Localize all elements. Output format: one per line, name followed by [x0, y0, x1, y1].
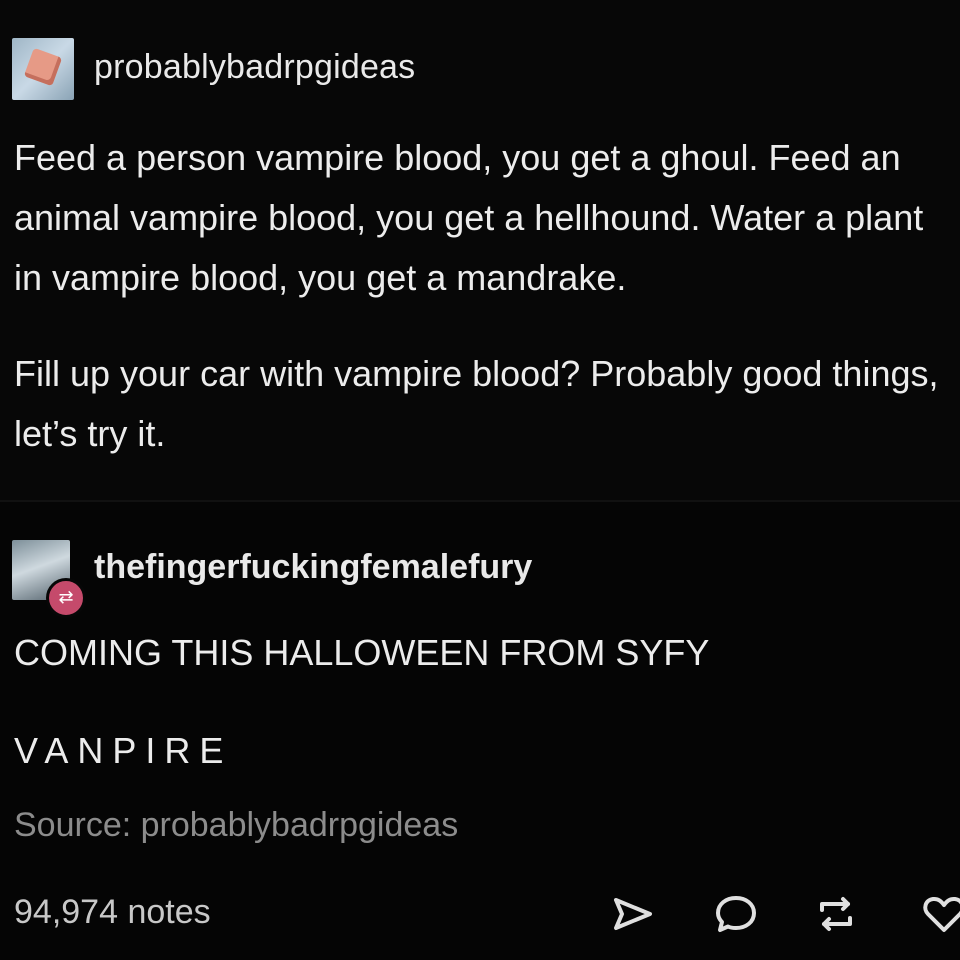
reply-icon[interactable]	[712, 890, 760, 938]
d20-dice-icon	[23, 47, 63, 87]
reblog-comment-line-2: VANPIRE	[14, 730, 233, 771]
tumblr-post: probablybadrpgideas Feed a person vampir…	[0, 0, 960, 960]
original-username[interactable]: probablybadrpgideas	[94, 48, 415, 87]
reblogger-username[interactable]: thefingerfuckingfemalefury	[94, 548, 532, 587]
post-paragraph-1: Feed a person vampire blood, you get a g…	[14, 137, 924, 298]
heart-icon[interactable]	[920, 890, 960, 938]
reblog-divider	[0, 500, 960, 502]
reblog-comment-line-1: COMING THIS HALLOWEEN FROM SYFY	[14, 632, 710, 673]
reblog-badge-icon: ⇄	[46, 578, 86, 618]
reblog-icon[interactable]	[812, 890, 860, 938]
post-paragraph-2: Fill up your car with vampire blood? Pro…	[14, 353, 939, 454]
original-avatar[interactable]	[12, 38, 74, 100]
post-actions	[600, 890, 960, 940]
share-icon[interactable]	[608, 890, 656, 938]
source-link[interactable]: Source: probablybadrpgideas	[14, 806, 458, 845]
notes-count[interactable]: 94,974 notes	[14, 893, 211, 932]
